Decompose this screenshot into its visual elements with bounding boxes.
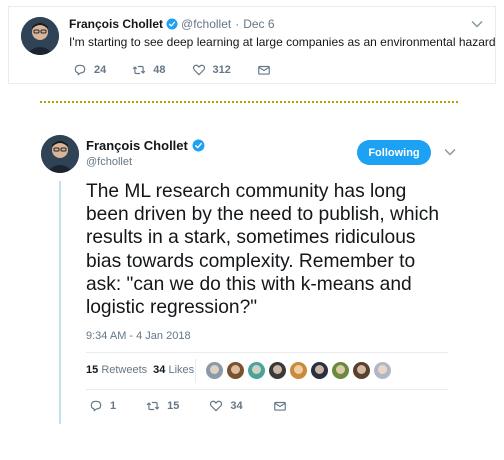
display-name[interactable]: François Chollet: [86, 138, 208, 153]
avatar-image: [21, 17, 59, 55]
reply-icon: [90, 400, 102, 412]
tweet-actions: 24 48 312: [73, 63, 304, 77]
tweet-text: The ML research community has long been …: [86, 181, 440, 319]
envelope-icon: [258, 65, 270, 75]
tweet-date[interactable]: Dec 6: [243, 17, 274, 31]
chevron-down-icon[interactable]: [471, 19, 483, 29]
following-button[interactable]: Following: [357, 140, 431, 165]
display-name[interactable]: François Chollet: [69, 17, 163, 31]
verified-badge-icon: [166, 18, 178, 30]
avatar[interactable]: [41, 135, 79, 173]
reply-button[interactable]: 1: [89, 399, 116, 413]
liker-avatar[interactable]: [226, 361, 245, 380]
tweet-header: François Chollet @fchollet · Dec 6: [69, 17, 275, 31]
retweet-icon: [133, 65, 146, 75]
direct-message-button[interactable]: [257, 63, 278, 77]
reply-icon: [74, 64, 86, 76]
separator: ·: [235, 17, 240, 31]
thread-line: [59, 181, 61, 424]
tweet-stats: 15 Retweets 34 Likes: [86, 364, 194, 376]
stats-separator: [195, 359, 196, 383]
reply-count: 1: [110, 400, 117, 412]
tweet-actions: 1 15 34: [89, 399, 324, 413]
retweet-count: 15: [167, 400, 180, 412]
reply-button[interactable]: 24: [73, 63, 106, 77]
liker-avatar[interactable]: [352, 361, 371, 380]
direct-message-button[interactable]: [273, 399, 294, 413]
tweet-text: I'm starting to see deep learning at lar…: [69, 35, 496, 49]
reply-count: 24: [94, 64, 107, 76]
retweets-stat[interactable]: 15 Retweets: [86, 364, 147, 376]
like-count: 34: [230, 400, 243, 412]
stats-divider-top: [86, 352, 448, 353]
heart-icon: [192, 64, 205, 76]
handle[interactable]: @fchollet: [86, 156, 132, 168]
liker-avatar[interactable]: [373, 361, 392, 380]
retweet-count: 48: [153, 64, 166, 76]
retweet-button[interactable]: 48: [132, 63, 166, 77]
like-button[interactable]: 312: [192, 63, 231, 77]
avatar[interactable]: [21, 17, 59, 55]
dotted-divider: [40, 101, 458, 103]
retweet-button[interactable]: 15: [146, 399, 179, 413]
handle[interactable]: @fchollet: [181, 17, 231, 31]
tweet-timestamp[interactable]: 9:34 AM - 4 Jan 2018: [86, 330, 191, 342]
liker-avatars: [205, 361, 394, 380]
retweet-icon: [146, 401, 160, 411]
chevron-down-icon[interactable]: [444, 147, 456, 157]
verified-badge-icon: [192, 139, 205, 152]
likes-stat-count: 34: [153, 364, 166, 376]
heart-icon: [210, 400, 223, 412]
liker-avatar[interactable]: [289, 361, 308, 380]
likes-stat[interactable]: 34 Likes: [153, 364, 194, 376]
liker-avatar[interactable]: [205, 361, 224, 380]
liker-avatar[interactable]: [247, 361, 266, 380]
retweets-stat-count: 15: [86, 364, 99, 376]
envelope-icon: [273, 401, 286, 411]
likes-stat-label: Likes: [168, 364, 195, 376]
compact-tweet[interactable]: François Chollet @fchollet · Dec 6 I'm s…: [8, 6, 496, 84]
display-name-text[interactable]: François Chollet: [86, 138, 188, 153]
stats-divider-bottom: [86, 389, 448, 390]
liker-avatar[interactable]: [331, 361, 350, 380]
retweets-stat-label: Retweets: [101, 364, 148, 376]
like-button[interactable]: 34: [209, 399, 243, 413]
liker-avatar[interactable]: [310, 361, 329, 380]
like-count: 312: [212, 64, 231, 76]
avatar-image: [41, 135, 79, 173]
liker-avatar[interactable]: [268, 361, 287, 380]
